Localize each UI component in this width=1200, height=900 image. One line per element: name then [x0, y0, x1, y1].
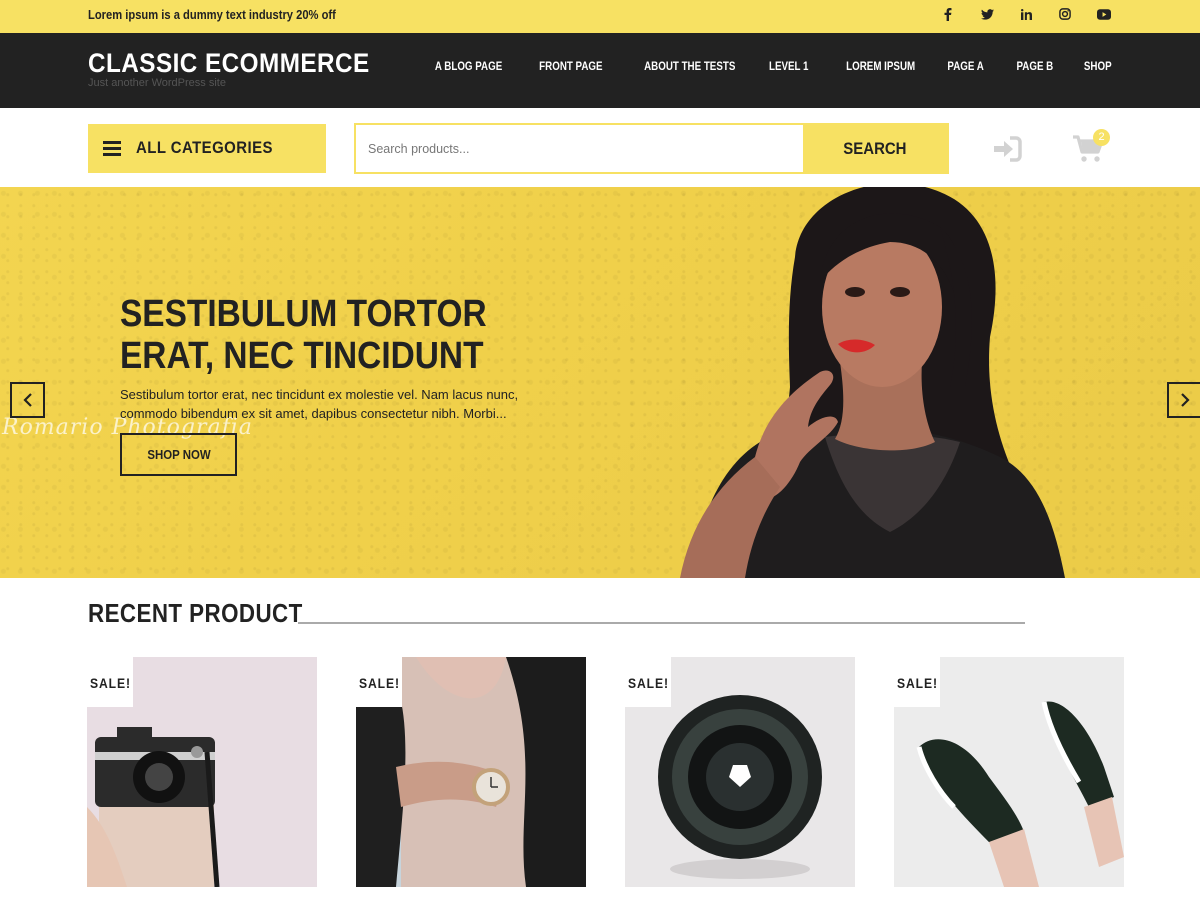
sale-badge: SALE!: [894, 657, 940, 707]
slider-next-button[interactable]: [1167, 382, 1200, 418]
sale-badge-label: SALE!: [897, 676, 938, 691]
slider-prev-button[interactable]: [10, 382, 45, 418]
search-input[interactable]: [356, 125, 805, 172]
all-categories-label: ALL CATEGORIES: [136, 138, 273, 157]
cart-count-badge: 2: [1093, 129, 1110, 146]
all-categories-button[interactable]: ALL CATEGORIES: [88, 124, 326, 173]
sale-badge-label: SALE!: [628, 676, 669, 691]
chevron-left-icon: [22, 393, 32, 407]
linkedin-icon[interactable]: [1018, 4, 1034, 24]
sale-badge-label: SALE!: [359, 676, 400, 691]
sale-badge: SALE!: [356, 657, 402, 707]
promo-text: Lorem ipsum is a dummy text industry 20%…: [88, 7, 336, 22]
hero-heading: SESTIBULUM TORTOR ERAT, NEC TINCIDUNT: [120, 293, 487, 377]
instagram-icon[interactable]: [1057, 4, 1073, 24]
product-card[interactable]: SALE!: [87, 657, 317, 887]
nav-item-shop[interactable]: SHOP: [1084, 61, 1112, 73]
menu-icon: [103, 141, 121, 156]
sale-badge: SALE!: [87, 657, 133, 707]
section-divider: [298, 622, 1025, 624]
social-links: [940, 4, 1112, 24]
search-button[interactable]: SEARCH: [803, 125, 947, 172]
recent-product-title: RECENT PRODUCT: [88, 598, 303, 628]
product-card[interactable]: SALE!: [356, 657, 586, 887]
shop-now-label: SHOP NOW: [146, 447, 211, 462]
nav-item-page-a[interactable]: PAGE A: [948, 61, 984, 73]
nav-item-about-tests[interactable]: ABOUT THE TESTS: [645, 61, 736, 73]
nav-item-blog[interactable]: A BLOG PAGE: [435, 61, 502, 73]
hero-description: Sestibulum tortor erat, nec tincidunt ex…: [120, 387, 519, 421]
product-search-form: SEARCH: [354, 123, 949, 174]
twitter-icon[interactable]: [979, 4, 995, 24]
youtube-icon[interactable]: [1096, 4, 1112, 24]
site-header: CLASSIC ECOMMERCE Just another WordPress…: [0, 33, 1200, 108]
login-icon[interactable]: [992, 136, 1022, 162]
shop-now-button[interactable]: SHOP NOW: [120, 433, 237, 476]
site-title[interactable]: CLASSIC ECOMMERCE: [88, 48, 370, 79]
product-card[interactable]: SALE!: [625, 657, 855, 887]
sale-badge: SALE!: [625, 657, 671, 707]
site-branding[interactable]: CLASSIC ECOMMERCE Just another WordPress…: [88, 48, 401, 89]
nav-item-level-1[interactable]: LEVEL 1: [769, 61, 808, 73]
facebook-icon[interactable]: [940, 4, 956, 24]
sale-badge-label: SALE!: [90, 676, 131, 691]
search-button-label: SEARCH: [843, 138, 907, 158]
top-promo-bar: Lorem ipsum is a dummy text industry 20%…: [0, 0, 1200, 33]
nav-item-page-b[interactable]: PAGE B: [1017, 61, 1054, 73]
chevron-right-icon: [1180, 393, 1190, 407]
nav-item-lorem-ipsum[interactable]: LOREM IPSUM: [846, 61, 915, 73]
main-navigation: A BLOG PAGE FRONT PAGE ABOUT THE TESTS L…: [423, 61, 1112, 73]
hero-model-image: [680, 187, 1065, 578]
product-card[interactable]: SALE!: [894, 657, 1124, 887]
nav-item-front-page[interactable]: FRONT PAGE: [539, 61, 602, 73]
hero-slider: Romario Photografia SESTIBULUM TORTOR ER…: [0, 187, 1200, 578]
